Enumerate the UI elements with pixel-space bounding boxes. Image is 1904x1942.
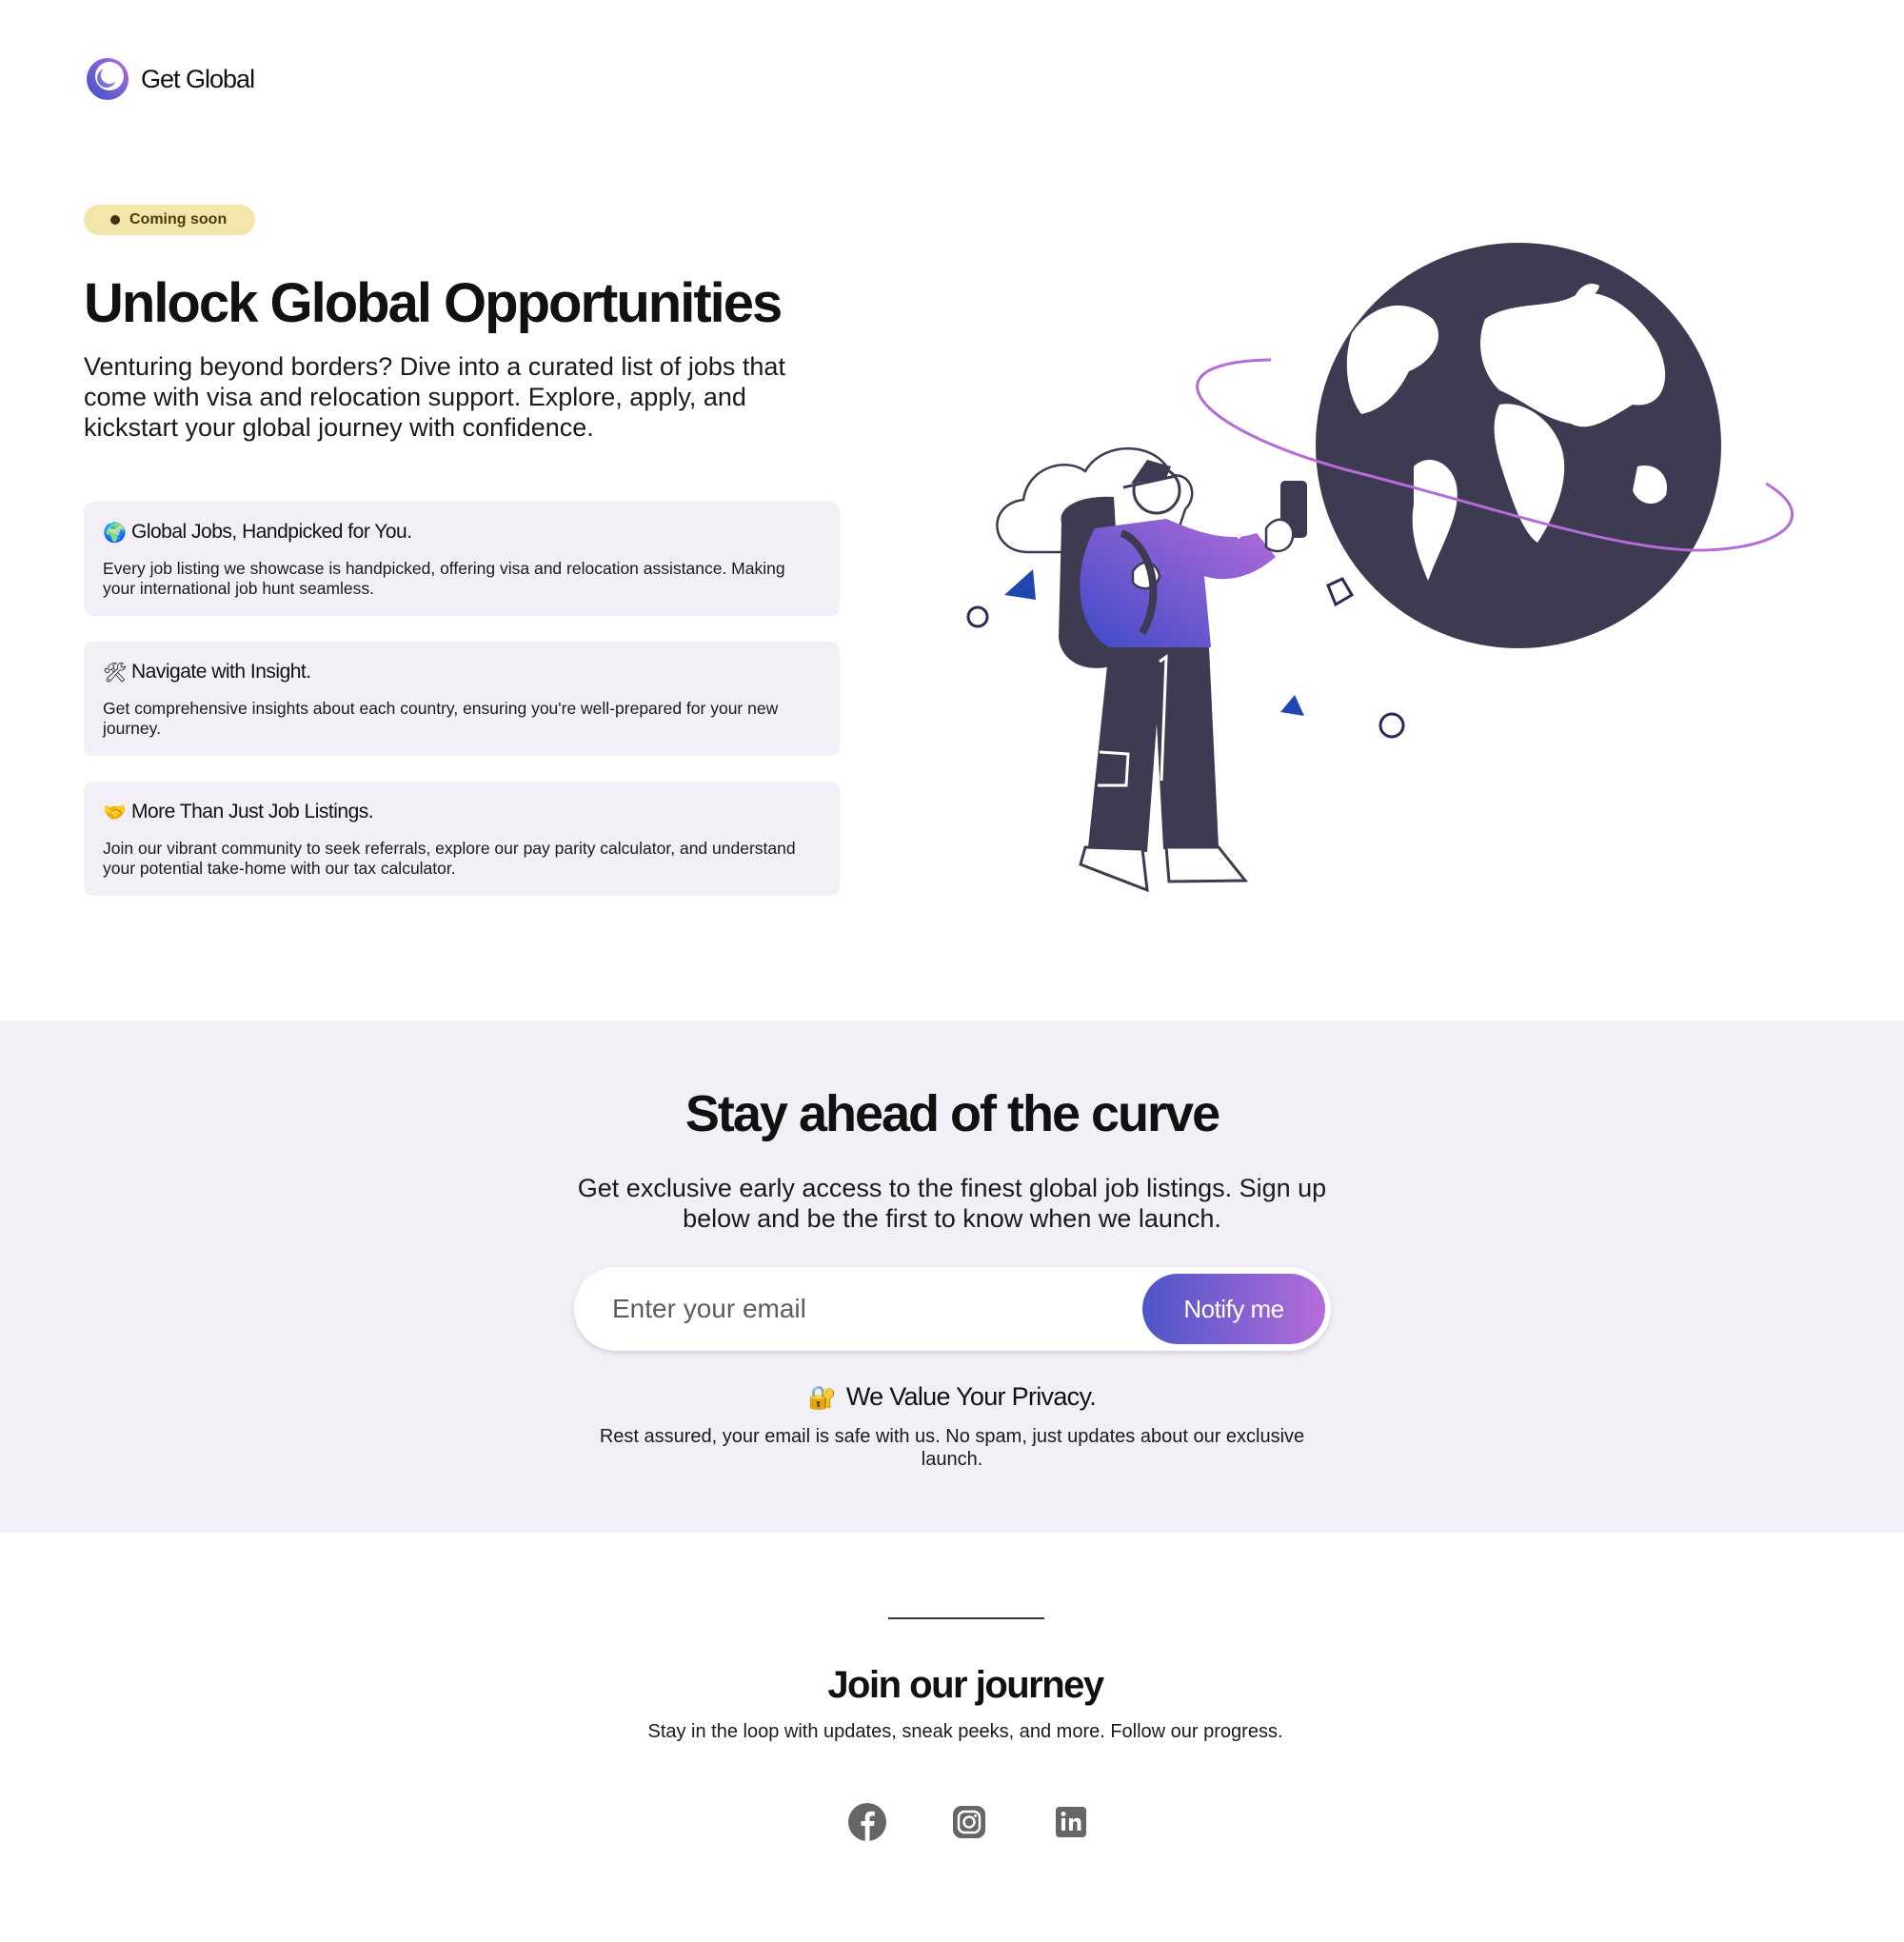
email-input[interactable] [612,1280,1126,1338]
social-links [847,1802,1091,1842]
feature-title: Global Jobs, Handpicked for You. [131,520,412,543]
site-header: Get Global [84,55,255,103]
coming-soon-badge: Coming soon [84,205,256,235]
signup-title: Stay ahead of the curve [684,1085,1220,1142]
feature-description: Get comprehensive insights about each co… [103,698,779,738]
handshake-icon: 🤝 [103,800,127,823]
privacy-title: We Value Your Privacy. [845,1382,1097,1411]
email-signup-form: Notify me [574,1267,1331,1351]
hero-title: Unlock Global Opportunities [84,272,783,334]
footer-divider [888,1617,1044,1619]
traveler-globe-illustration [966,243,1795,893]
signup-subtitle: Get exclusive early access to the finest… [577,1174,1327,1233]
globe-icon [1316,243,1721,648]
lock-icon: 🔐 [807,1383,837,1411]
join-title: Join our journey [827,1664,1104,1706]
privacy-description: Rest assured, your email is safe with us… [599,1426,1305,1470]
join-subtitle: Stay in the loop with updates, sneak pee… [647,1721,1283,1742]
status-dot-icon [110,215,120,225]
tools-icon: 🛠 [103,660,128,684]
feature-card-insight: 🛠 Navigate with Insight. Get comprehensi… [84,641,840,756]
feature-description: Join our vibrant community to seek refer… [103,838,796,878]
instagram-icon[interactable] [949,1802,989,1842]
notify-me-button[interactable]: Notify me [1142,1274,1325,1344]
feature-title: More Than Just Job Listings. [131,800,374,822]
feature-title: Navigate with Insight. [131,660,311,683]
badge-label: Coming soon [129,211,228,228]
feature-list: 🌍 Global Jobs, Handpicked for You. Every… [84,501,845,896]
brand-name[interactable]: Get Global [141,65,255,94]
linkedin-icon[interactable] [1051,1802,1091,1842]
feature-description: Every job listing we showcase is handpic… [103,558,785,598]
privacy-heading: 🔐 We Value Your Privacy. [0,1382,1904,1412]
hero-section: Coming soon Unlock Global Opportunities … [84,205,845,896]
signup-section: Stay ahead of the curve Get exclusive ea… [0,1021,1904,1533]
feature-card-global-jobs: 🌍 Global Jobs, Handpicked for You. Every… [84,501,840,616]
globe-icon: 🌍 [103,520,127,544]
feature-card-community: 🤝 More Than Just Job Listings. Join our … [84,781,840,896]
hero-subtitle: Venturing beyond borders? Dive into a cu… [84,351,785,442]
brand-logo-icon[interactable] [84,55,131,103]
facebook-icon[interactable] [847,1802,887,1842]
